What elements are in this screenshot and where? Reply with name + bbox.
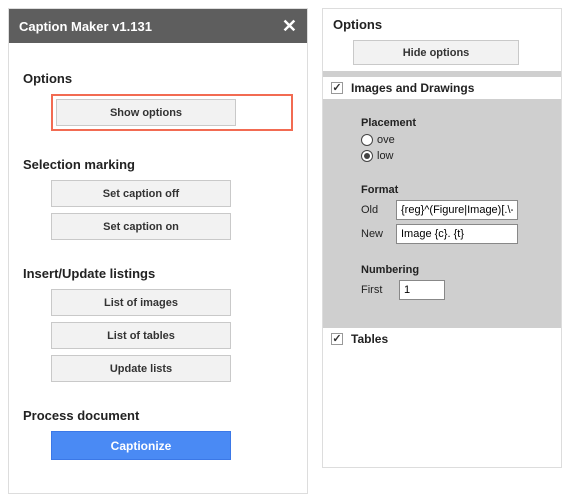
images-group-title: Images and Drawings (351, 81, 474, 95)
titlebar: Caption Maker v1.131 ✕ (9, 9, 307, 43)
numbering-first-input[interactable] (399, 280, 445, 300)
hide-options-button[interactable]: Hide options (353, 40, 519, 65)
process-heading: Process document (23, 408, 293, 423)
numbering-first-label: First (361, 284, 391, 296)
options-panel: Options Hide options ✓ Images and Drawin… (322, 8, 562, 468)
listings-heading: Insert/Update listings (23, 266, 293, 281)
tables-group-title: Tables (351, 332, 388, 346)
tables-group-header[interactable]: ✓ Tables (323, 328, 561, 350)
placement-above-text: ove (377, 134, 395, 146)
placement-below-radio[interactable] (361, 150, 373, 162)
format-old-label: Old (361, 204, 388, 216)
captionize-button[interactable]: Captionize (51, 431, 231, 460)
set-caption-on-button[interactable]: Set caption on (51, 213, 231, 240)
placement-above-radio[interactable] (361, 134, 373, 146)
show-options-highlight: Show options (51, 94, 293, 131)
numbering-label: Numbering (361, 264, 518, 276)
set-caption-off-button[interactable]: Set caption off (51, 180, 231, 207)
close-icon[interactable]: ✕ (282, 17, 297, 35)
format-new-input[interactable] (396, 224, 518, 244)
options-panel-heading: Options (323, 17, 561, 40)
tables-checkbox[interactable]: ✓ (331, 333, 343, 345)
options-heading: Options (23, 71, 293, 86)
selection-heading: Selection marking (23, 157, 293, 172)
main-panel: Caption Maker v1.131 ✕ Options Show opti… (8, 8, 308, 494)
list-of-tables-button[interactable]: List of tables (51, 322, 231, 349)
update-lists-button[interactable]: Update lists (51, 355, 231, 382)
images-checkbox[interactable]: ✓ (331, 82, 343, 94)
placement-label: Placement (361, 117, 518, 129)
app-title: Caption Maker v1.131 (19, 19, 152, 34)
list-of-images-button[interactable]: List of images (51, 289, 231, 316)
format-new-label: New (361, 228, 388, 240)
format-label: Format (361, 184, 518, 196)
placement-below-text: low (377, 150, 394, 162)
images-group-header[interactable]: ✓ Images and Drawings (323, 77, 561, 99)
show-options-button[interactable]: Show options (56, 99, 236, 126)
images-group: ✓ Images and Drawings Placement ove low … (323, 71, 561, 350)
format-old-input[interactable] (396, 200, 518, 220)
